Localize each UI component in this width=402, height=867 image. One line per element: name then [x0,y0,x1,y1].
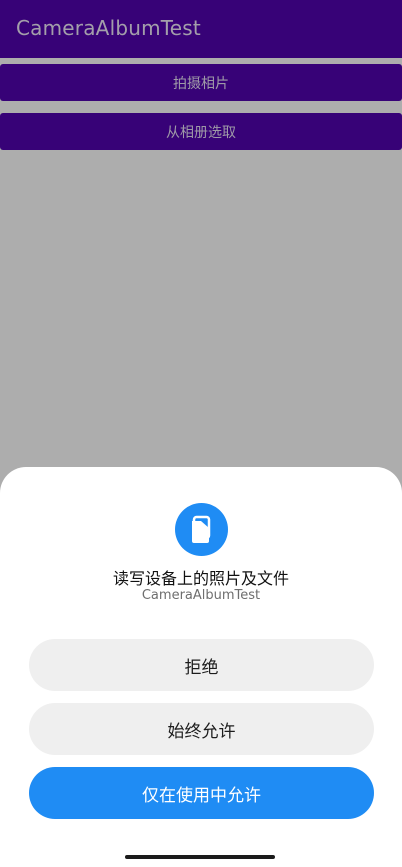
permission-app-name: CameraAlbumTest [141,588,261,603]
screen: CameraAlbumTest 拍摄相片 从相册选取 读写设备上的照片及文件 C… [0,0,402,867]
permission-title: 读写设备上的照片及文件 [112,569,289,588]
home-indicator[interactable] [125,855,275,859]
files-icon [175,503,228,556]
permission-sheet: 读写设备上的照片及文件 CameraAlbumTest 拒绝 始终允许 仅在使用… [0,467,402,867]
allow-while-using-button[interactable]: 仅在使用中允许 [29,767,374,819]
deny-button[interactable]: 拒绝 [29,639,374,691]
always-allow-button[interactable]: 始终允许 [29,703,374,755]
